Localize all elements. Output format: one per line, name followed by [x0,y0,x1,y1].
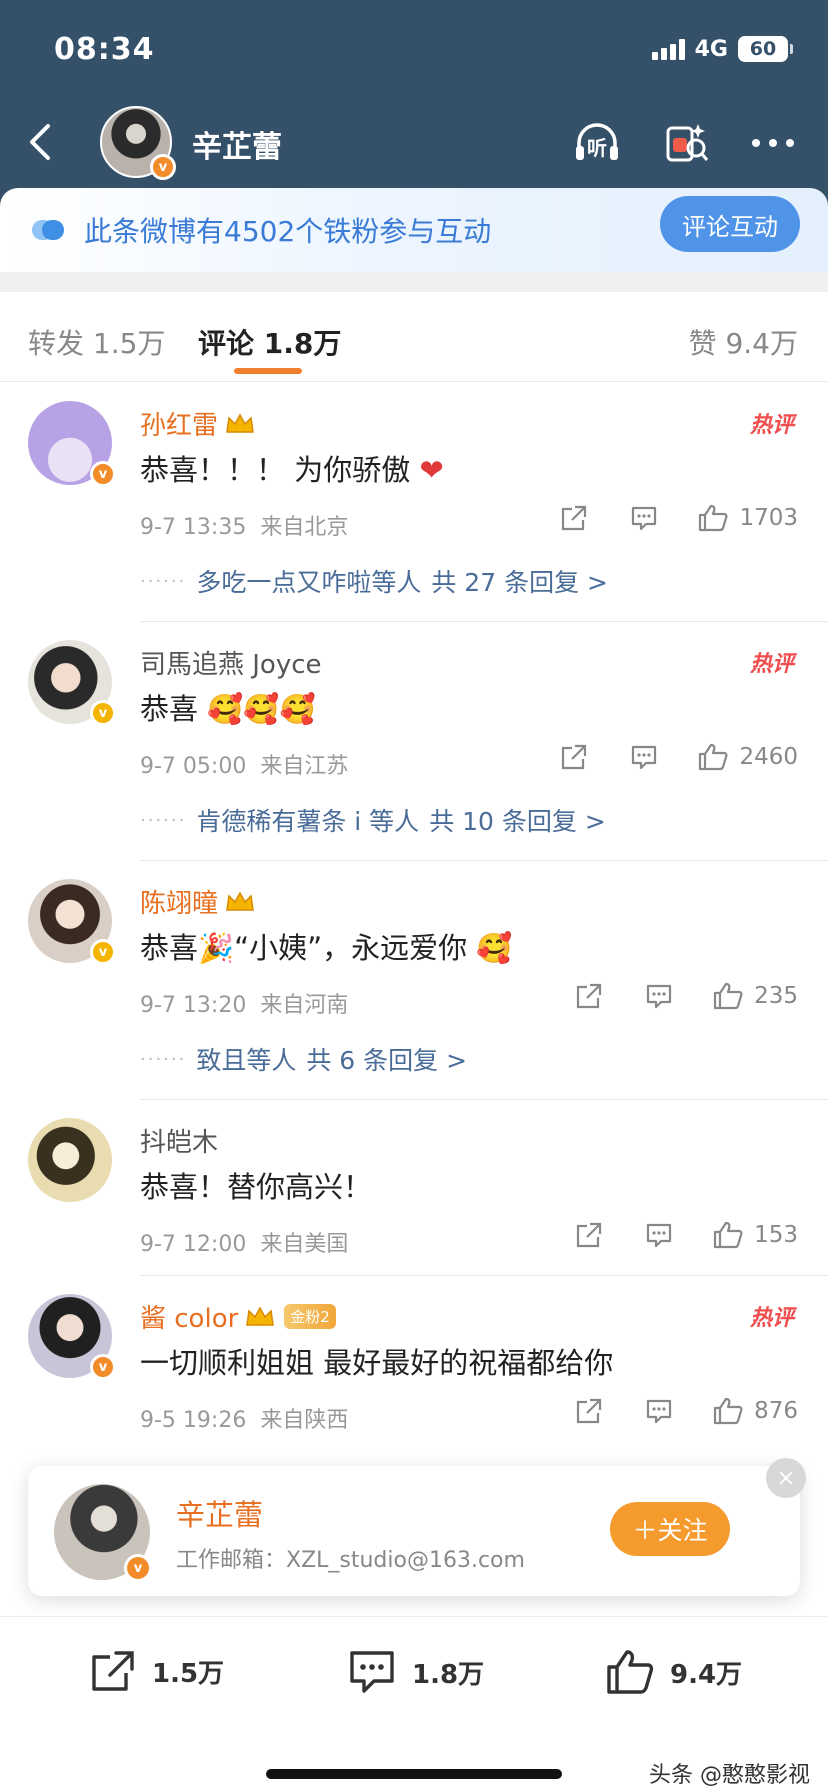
reply-icon[interactable] [627,501,661,535]
divider [0,272,828,292]
comment-text: 恭喜！替你高兴！ [140,1170,373,1204]
share-icon[interactable] [557,740,591,774]
nav-bar: v 辛芷蕾 听 [0,104,828,180]
tab-bar: 转发 1.5万 评论 1.8万 赞 9.4万 [0,292,828,382]
tab-indicator [234,368,302,374]
like-button[interactable]: 235 [712,981,798,1011]
verified-icon: v [90,939,116,965]
repost-icon [92,1651,134,1691]
comment-icon [350,1651,394,1693]
fan-badge: 金粉2 [284,1304,336,1329]
hot-badge: 热评 [749,413,794,438]
bottom-action-bar: 1.5万 1.8万 9.4万 头条 @憨憨影视 [0,1616,828,1792]
like-button[interactable]: 2460 [697,742,798,772]
avatar[interactable] [28,1118,112,1202]
comment-username[interactable]: 陈翊曈 [140,883,256,920]
comment-item: v 陈翊曈 恭喜🎉“小姨”，永远爱你 🥰 9-7 13:20 来自河南 235 … [0,861,828,1100]
verified-icon: v [90,700,116,726]
share-icon[interactable] [557,501,591,535]
verified-icon: v [124,1554,152,1582]
svg-text:听: 听 [587,136,607,160]
comment-meta: 9-7 05:00 来自江苏 [140,754,349,779]
reply-icon[interactable] [627,740,661,774]
comment-item: 抖皑木 恭喜！替你高兴！ 9-7 12:00 来自美国 153 [0,1100,828,1276]
network-label: 4G [694,36,728,62]
comment-button[interactable]: 1.8万 [346,1647,484,1697]
reply-summary[interactable]: ······ 肯德稀有薯条 i 等人共 10 条回复 > [140,802,606,838]
fan-icon [30,212,66,248]
repost-button[interactable]: 1.5万 [88,1647,224,1695]
like-button[interactable]: 153 [712,1220,798,1250]
comment-item: v 孙红雷 热评 恭喜！！！ 为你骄傲 ❤ 9-7 13:35 来自北京 170… [0,383,828,622]
like-button[interactable]: 1703 [697,503,798,533]
avatar[interactable]: v [100,106,176,180]
comment-meta: 9-7 13:20 来自河南 [140,993,349,1018]
share-icon[interactable] [572,1394,606,1428]
avatar[interactable]: v [28,401,116,487]
listen-icon[interactable]: 听 [570,116,624,170]
status-time: 08:34 [54,32,155,67]
redpacket-icon[interactable] [658,116,712,170]
comment-meta: 9-5 19:26 来自陕西 [140,1408,349,1433]
reply-icon[interactable] [642,1394,676,1428]
comment-username[interactable]: 酱 color 金粉2 [140,1298,336,1335]
reply-summary[interactable]: ······ 多吃一点又咋啦等人共 27 条回复 > [140,563,608,599]
avatar[interactable]: v [28,640,116,726]
crown-icon [224,412,256,436]
battery-icon: 60 [738,36,793,62]
avatar[interactable]: v [28,879,116,965]
follow-card: v 辛芷蕾 工作邮箱：XZL_studio@163.com ＋关注 × [28,1458,806,1596]
banner-text: 此条微博有4502个铁粉参与互动 [84,215,492,248]
watermark: 头条 @憨憨影视 [649,1763,810,1788]
status-bar: 08:34 4G 60 [54,28,793,72]
card-name[interactable]: 辛芷蕾 [176,1492,263,1534]
comment-meta: 9-7 13:35 来自北京 [140,515,349,540]
close-icon[interactable]: × [766,1458,806,1498]
avatar[interactable]: v [54,1484,152,1582]
comment-text: 恭喜！！！ 为你骄傲 ❤ [140,453,444,487]
verified-icon: v [90,1354,116,1380]
tab-comment[interactable]: 评论 1.8万 [198,322,341,362]
reply-summary[interactable]: ······ 致且等人共 6 条回复 > [140,1041,467,1077]
hot-badge: 热评 [749,1306,794,1331]
comment-username[interactable]: 孙红雷 [140,405,256,442]
signal-icon [651,38,685,60]
comment-text: 一切顺利姐姐 最好最好的祝福都给你 [140,1346,614,1380]
card-email: 工作邮箱：XZL_studio@163.com [176,1548,525,1573]
follow-button[interactable]: ＋关注 [610,1502,730,1556]
home-indicator[interactable] [266,1769,562,1779]
avatar[interactable]: v [28,1294,116,1380]
comment-username[interactable]: 抖皑木 [140,1122,218,1159]
verified-icon: v [150,154,176,180]
comment-text: 恭喜 🥰🥰🥰 [140,692,316,726]
share-icon[interactable] [572,979,606,1013]
fan-interaction-banner: 此条微博有4502个铁粉参与互动 评论互动 [0,188,828,272]
reply-icon[interactable] [642,1218,676,1252]
back-icon[interactable] [22,118,62,166]
crown-icon [244,1305,276,1329]
more-icon[interactable] [746,116,800,170]
like-icon [607,1650,654,1694]
share-icon[interactable] [572,1218,606,1252]
page-title[interactable]: 辛芷蕾 [192,122,282,166]
comment-list: v 孙红雷 热评 恭喜！！！ 为你骄傲 ❤ 9-7 13:35 来自北京 170… [0,383,828,1515]
like-button[interactable]: 876 [712,1396,798,1426]
comment-text: 恭喜🎉“小姨”，永远爱你 🥰 [140,931,513,965]
comment-interaction-button[interactable]: 评论互动 [660,196,800,252]
hot-badge: 热评 [749,652,794,677]
reply-icon[interactable] [642,979,676,1013]
comment-username[interactable]: 司馬追燕 Joyce [140,644,322,681]
comment-meta: 9-7 12:00 来自美国 [140,1232,349,1257]
crown-icon [224,890,256,914]
verified-icon: v [90,461,116,487]
comment-item: v 司馬追燕 Joyce 热评 恭喜 🥰🥰🥰 9-7 05:00 来自江苏 24… [0,622,828,861]
tab-like[interactable]: 赞 9.4万 [689,322,798,362]
tab-repost[interactable]: 转发 1.5万 [28,322,165,362]
like-button[interactable]: 9.4万 [604,1647,742,1697]
